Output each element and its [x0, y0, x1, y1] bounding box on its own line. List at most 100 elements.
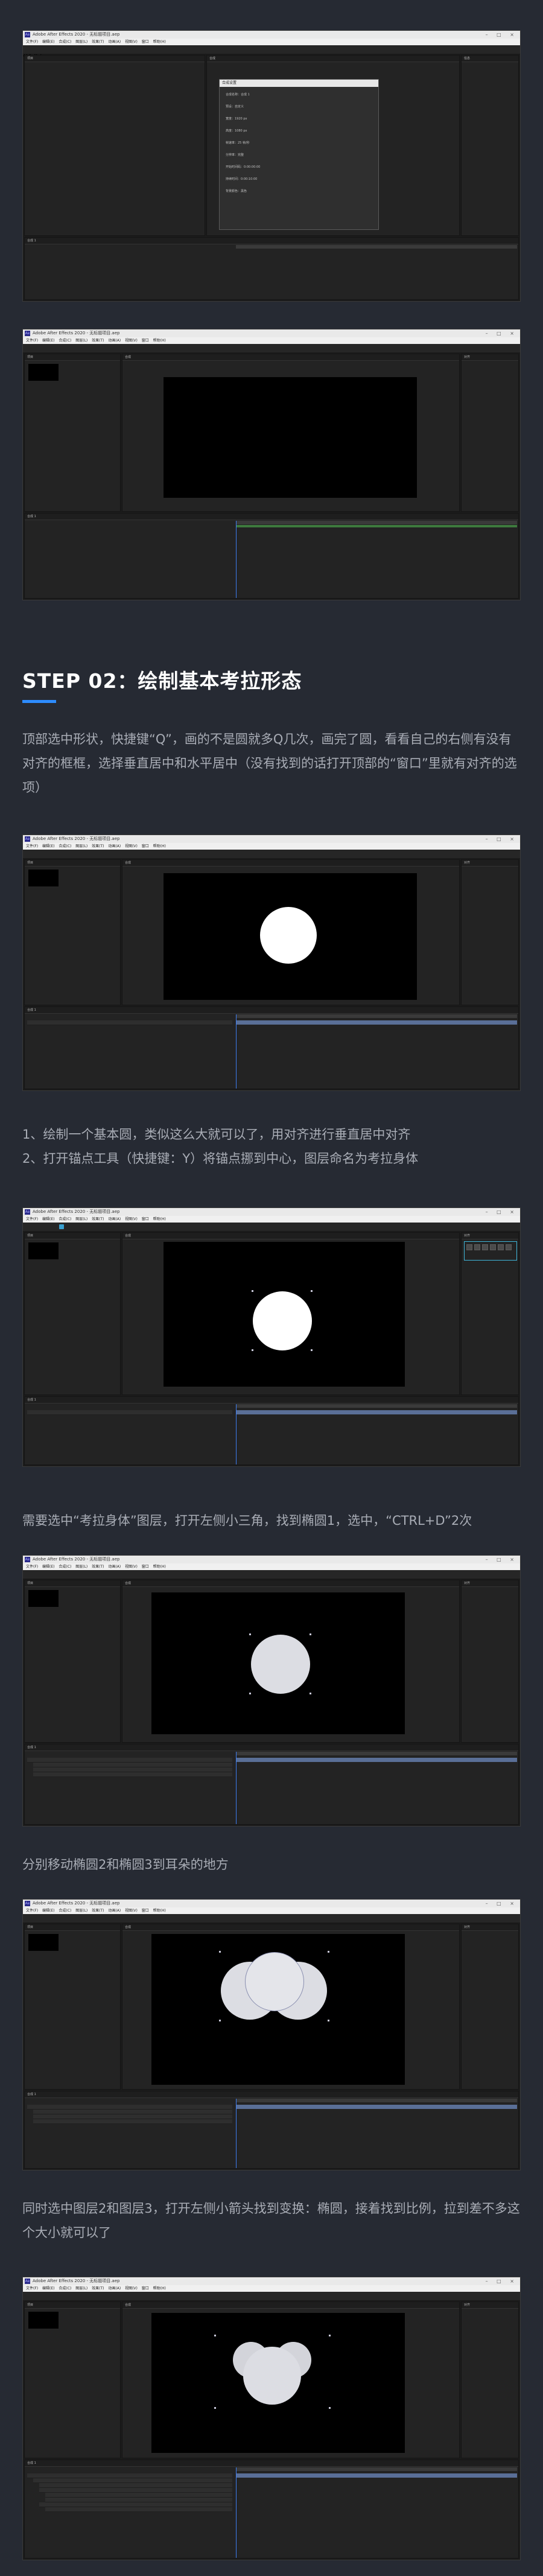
- window-controls[interactable]: – □ ×: [486, 31, 518, 39]
- align-right-icon[interactable]: [506, 1244, 512, 1250]
- bounding-box-handle[interactable]: [310, 1633, 311, 1635]
- composition-panel-tab[interactable]: 合成: [122, 354, 459, 361]
- bounding-box-handle[interactable]: [249, 1633, 251, 1635]
- layer-row[interactable]: [45, 2493, 232, 2498]
- window-controls[interactable]: – □ ×: [486, 329, 518, 337]
- time-ruler[interactable]: [236, 245, 517, 249]
- layer-row[interactable]: [39, 2502, 232, 2507]
- dialog-row[interactable]: 分辨率：完整: [226, 153, 372, 157]
- window-controls[interactable]: – □ ×: [486, 1900, 518, 1907]
- dialog-row[interactable]: 高度：1080 px: [226, 129, 372, 133]
- timeline-panel-tab[interactable]: 合成 1: [25, 2091, 518, 2098]
- composition-panel-tab[interactable]: 合成: [122, 1924, 459, 1931]
- layer-row[interactable]: [27, 2473, 232, 2478]
- composition-viewer[interactable]: [164, 873, 417, 1000]
- bounding-box-handle[interactable]: [329, 2407, 331, 2409]
- align-horizontal-center-icon[interactable]: [474, 1244, 480, 1250]
- bounding-box-handle[interactable]: [252, 1290, 253, 1292]
- layer-row[interactable]: [45, 2507, 232, 2512]
- layer-duration-bar[interactable]: [236, 2105, 517, 2109]
- layer-row[interactable]: [27, 2105, 232, 2110]
- align-left-icon[interactable]: [498, 1244, 504, 1250]
- work-area-bar[interactable]: [236, 525, 517, 527]
- align-panel-tab[interactable]: 对齐: [462, 1924, 518, 1931]
- playhead[interactable]: [236, 2099, 237, 2168]
- composition-panel-tab[interactable]: 合成: [122, 2302, 459, 2309]
- playhead[interactable]: [236, 2467, 237, 2558]
- project-panel-tab[interactable]: 项目: [25, 1924, 120, 1931]
- layer-duration-bar[interactable]: [236, 2473, 517, 2478]
- time-ruler[interactable]: [236, 521, 517, 524]
- layer-row[interactable]: [33, 1767, 232, 1772]
- bounding-box-handle[interactable]: [219, 1951, 221, 1953]
- bounding-box-handle[interactable]: [214, 2407, 216, 2409]
- composition-panel-tab[interactable]: 合成: [122, 860, 459, 867]
- bounding-box-handle[interactable]: [328, 2020, 329, 2021]
- align-panel-tab[interactable]: 对齐: [462, 1580, 518, 1587]
- align-panel-tab[interactable]: 对齐: [462, 354, 518, 361]
- layer-row[interactable]: [27, 1758, 232, 1763]
- time-ruler[interactable]: [236, 1014, 517, 1018]
- playhead[interactable]: [236, 1014, 237, 1089]
- bounding-box-handle[interactable]: [310, 1693, 311, 1694]
- bounding-box-handle[interactable]: [252, 1349, 253, 1351]
- timeline-panel-tab[interactable]: 合成 1: [25, 1007, 518, 1014]
- bounding-box-handle[interactable]: [219, 2020, 221, 2021]
- align-top-icon[interactable]: [482, 1244, 488, 1250]
- composition-panel-tab[interactable]: 合成: [122, 1580, 459, 1587]
- timeline-panel-tab[interactable]: 合成 1: [25, 2460, 518, 2467]
- window-controls[interactable]: – □ ×: [486, 1208, 518, 1216]
- align-panel-tab[interactable]: 对齐: [462, 1233, 518, 1239]
- body-circle-shape[interactable]: [253, 1291, 312, 1350]
- layer-duration-bar[interactable]: [236, 1410, 517, 1414]
- composition-viewer[interactable]: [151, 1934, 405, 2085]
- bounding-box-handle[interactable]: [311, 1290, 313, 1292]
- align-panel-tab[interactable]: 对齐: [462, 2302, 518, 2309]
- window-controls[interactable]: – □ ×: [486, 1556, 518, 1563]
- body-circle-shape[interactable]: [260, 907, 317, 964]
- dialog-row[interactable]: 开始时间码：0:00:00:00: [226, 165, 372, 169]
- project-panel-tab[interactable]: 项目: [25, 860, 120, 867]
- align-vertical-center-icon[interactable]: [466, 1244, 472, 1250]
- playhead[interactable]: [236, 1752, 237, 1824]
- project-panel-tab[interactable]: 项目: [25, 1233, 120, 1239]
- bounding-box-handle[interactable]: [249, 1693, 251, 1694]
- time-ruler[interactable]: [236, 2467, 517, 2471]
- body-circle-shape[interactable]: [245, 1952, 304, 2011]
- project-panel-tab[interactable]: 项目: [25, 56, 205, 62]
- layer-row[interactable]: [39, 2488, 232, 2493]
- bounding-box-handle[interactable]: [328, 1951, 329, 1953]
- layer-row[interactable]: [27, 1020, 232, 1025]
- layer-duration-bar[interactable]: [236, 1758, 517, 1762]
- time-ruler[interactable]: [236, 1404, 517, 1408]
- layer-row[interactable]: [39, 2483, 232, 2488]
- composition-viewer[interactable]: [151, 1592, 405, 1734]
- layer-row[interactable]: [33, 2110, 232, 2114]
- project-panel-tab[interactable]: 项目: [25, 2302, 120, 2309]
- project-panel-tab[interactable]: 项目: [25, 1580, 120, 1587]
- layer-row[interactable]: [33, 2114, 232, 2119]
- align-panel-tab[interactable]: 对齐: [462, 860, 518, 867]
- composition-viewer[interactable]: [164, 377, 417, 498]
- layer-row[interactable]: [33, 2119, 232, 2124]
- bounding-box-handle[interactable]: [311, 1349, 313, 1351]
- project-panel-tab[interactable]: 项目: [25, 354, 120, 361]
- ellipse-shape[interactable]: [251, 1635, 310, 1694]
- timeline-panel-tab[interactable]: 合成 1: [25, 514, 518, 520]
- info-panel-tab[interactable]: 信息: [462, 56, 518, 62]
- window-controls[interactable]: – □ ×: [486, 835, 518, 843]
- body-circle-shape[interactable]: [243, 2347, 301, 2405]
- time-ruler[interactable]: [236, 2099, 517, 2102]
- layer-duration-bar[interactable]: [236, 1020, 517, 1025]
- composition-viewer[interactable]: [164, 1242, 405, 1387]
- playhead[interactable]: [236, 1404, 237, 1465]
- bounding-box-handle[interactable]: [329, 2335, 331, 2336]
- composition-panel-tab[interactable]: 合成: [122, 1233, 459, 1239]
- dialog-row[interactable]: 合成名称：合成 1: [226, 93, 372, 97]
- window-controls[interactable]: – □ ×: [486, 2277, 518, 2285]
- align-bottom-icon[interactable]: [490, 1244, 496, 1250]
- bounding-box-handle[interactable]: [214, 2335, 216, 2336]
- layer-row[interactable]: [45, 2498, 232, 2502]
- composition-panel-tab[interactable]: 合成: [207, 56, 459, 62]
- dialog-row[interactable]: 持续时间：0:00:10:00: [226, 177, 372, 181]
